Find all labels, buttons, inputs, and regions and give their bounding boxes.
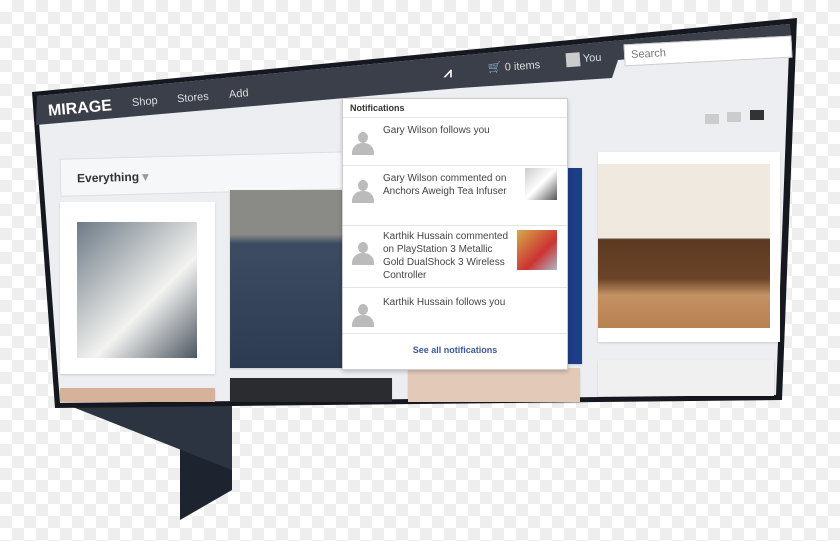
see-all-label: See all notifications [412, 345, 498, 355]
filter-dropdown[interactable]: Everything ▾ [77, 169, 149, 185]
activity-icon[interactable]: ⩘ [444, 64, 452, 81]
notifications-title: Notifications [350, 103, 405, 113]
list-view-icon[interactable] [705, 114, 719, 124]
grid-view-icon[interactable] [727, 112, 741, 122]
notification-item[interactable]: Gary Wilson follows you [343, 117, 567, 165]
product-card[interactable] [230, 190, 342, 368]
avatar-icon [351, 180, 375, 204]
cart-icon: 🛒 [487, 61, 503, 75]
see-all-notifications-link[interactable]: See all notifications [343, 333, 567, 369]
notification-text: Gary Wilson follows you [383, 125, 490, 136]
nav-shop[interactable]: Shop [132, 95, 159, 109]
product-thumbnail [517, 230, 557, 270]
notification-text: Karthik Hussain commented on PlayStation… [383, 231, 509, 281]
product-thumbnail [525, 168, 557, 200]
user-icon [565, 52, 581, 68]
notification-item[interactable]: Gary Wilson commented on Anchors Aweigh … [343, 165, 567, 225]
product-card[interactable] [60, 388, 215, 402]
notification-item[interactable]: Karthik Hussain follows you [343, 287, 567, 333]
product-card[interactable] [60, 202, 215, 374]
notification-item[interactable]: Karthik Hussain commented on PlayStation… [343, 225, 567, 287]
notification-text: Karthik Hussain follows you [383, 297, 506, 308]
nav-add[interactable]: Add [229, 87, 250, 101]
avatar-icon [351, 242, 375, 266]
product-image [77, 222, 197, 358]
product-card[interactable] [568, 168, 582, 364]
cart-label: 0 items [504, 59, 541, 74]
product-card[interactable] [598, 360, 774, 396]
product-card[interactable] [408, 368, 580, 402]
filter-label: Everything [76, 169, 140, 186]
product-image [598, 164, 770, 328]
tile-view-icon[interactable] [750, 110, 764, 120]
avatar-icon [351, 132, 375, 156]
product-card[interactable] [230, 378, 392, 402]
notification-text: Gary Wilson commented on Anchors Aweigh … [383, 173, 507, 197]
chevron-down-icon: ▾ [142, 169, 149, 184]
user-label: You [582, 51, 602, 65]
notifications-dropdown: Notifications Gary Wilson follows you Ga… [342, 98, 568, 370]
avatar-icon [351, 304, 375, 328]
user-menu[interactable]: You [565, 51, 602, 68]
product-card[interactable] [598, 152, 780, 342]
